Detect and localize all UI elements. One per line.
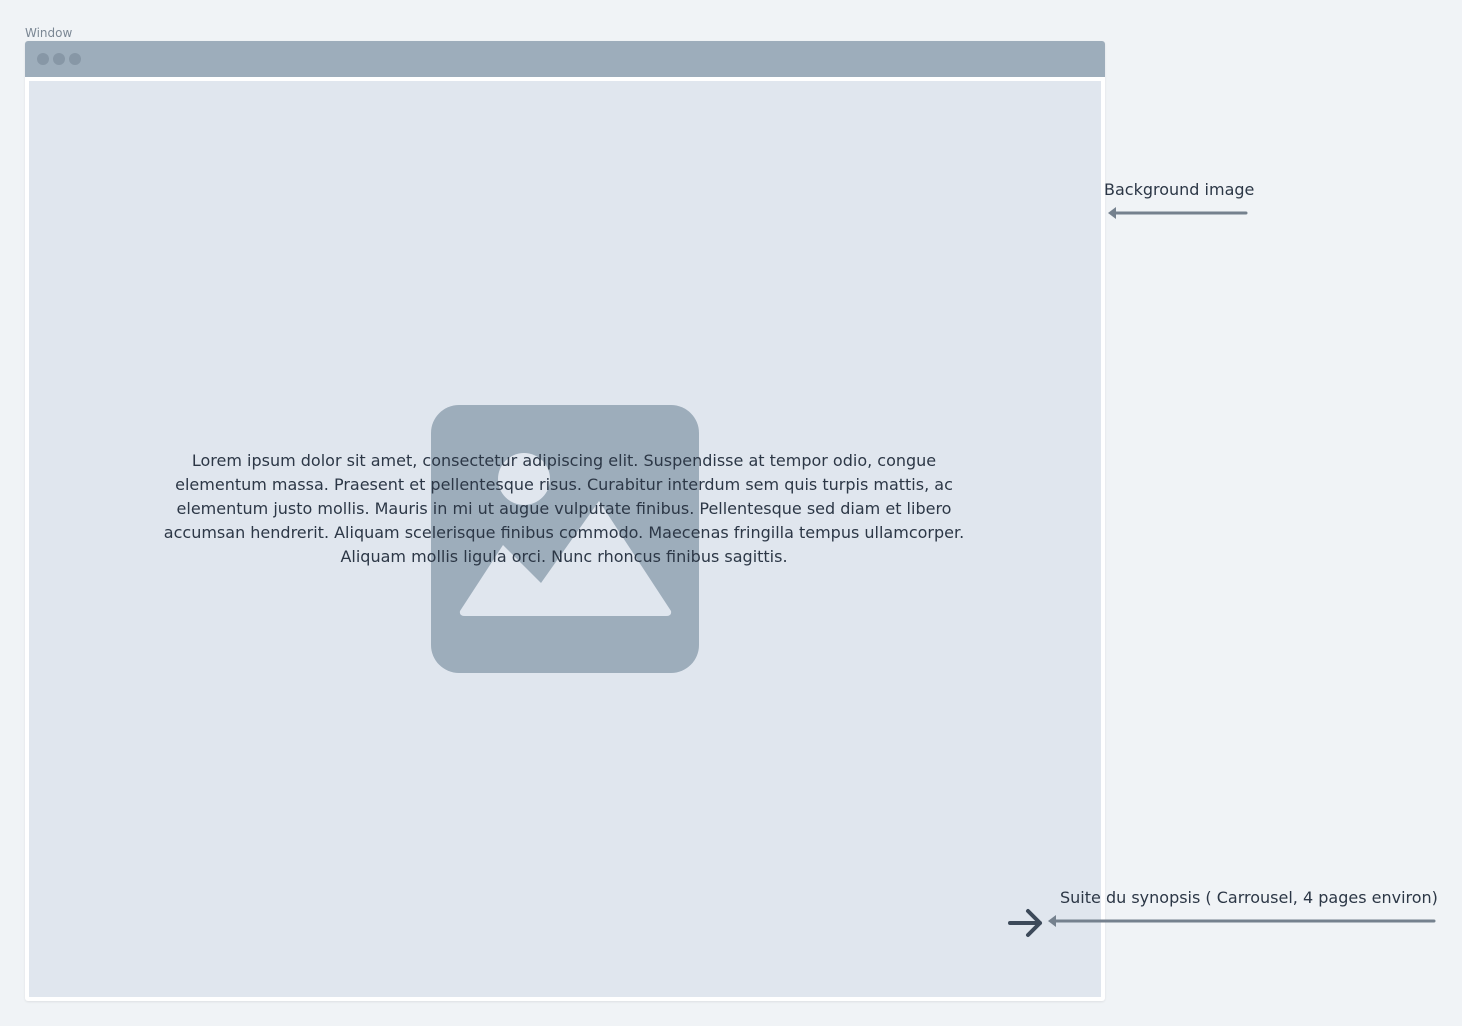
synopsis-line: Lorem ipsum dolor sit amet, consectetur … [191, 451, 937, 470]
window-close-dot[interactable] [37, 53, 49, 65]
annotation-arrow-background [1108, 207, 1248, 219]
synopsis-line: accumsan hendrerit. Aliquam scelerisque … [163, 523, 965, 542]
synopsis-line: elementum justo mollis. Mauris in mi ut … [176, 499, 952, 518]
annotation-synopsis-next: Suite du synopsis ( Carrousel, 4 pages e… [1060, 888, 1438, 907]
synopsis-text: Lorem ipsum dolor sit amet, consectetur … [139, 449, 989, 569]
window-caption: Window [25, 26, 73, 40]
arrow-right-icon[interactable] [1008, 907, 1044, 939]
annotation-background-image: Background image [1104, 180, 1255, 199]
background-image: Lorem ipsum dolor sit amet, consectetur … [29, 81, 1101, 997]
synopsis-line: Aliquam mollis ligula orci. Nunc rhoncus… [340, 547, 788, 566]
window-maximize-dot[interactable] [69, 53, 81, 65]
window-minimize-dot[interactable] [53, 53, 65, 65]
window-frame: Lorem ipsum dolor sit amet, consectetur … [25, 41, 1105, 1001]
annotation-arrow-synopsis [1048, 915, 1436, 927]
window-titlebar [25, 41, 1105, 77]
synopsis-line: elementum massa. Praesent et pellentesqu… [175, 475, 953, 494]
